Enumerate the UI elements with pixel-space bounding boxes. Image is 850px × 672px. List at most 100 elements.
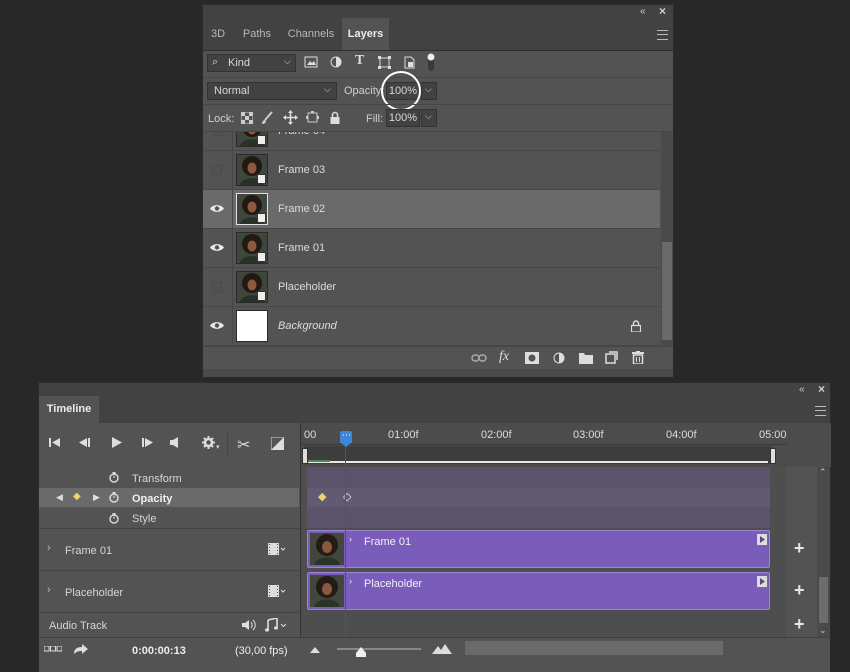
scroll-down-icon[interactable]: ⌄ <box>819 625 827 636</box>
close-icon[interactable]: × <box>659 5 666 18</box>
clip-frame-01[interactable]: › Frame 01 <box>307 530 770 568</box>
tab-timeline[interactable]: Timeline <box>39 396 99 423</box>
zoom-slider[interactable] <box>337 648 421 650</box>
track-header-placeholder[interactable]: › Placeholder <box>39 570 299 613</box>
layer-row[interactable]: Frame 02 <box>203 190 660 229</box>
frame-animation-icon[interactable] <box>44 646 62 652</box>
split-clip-icon[interactable]: ✂ <box>237 435 250 455</box>
layer-scrollbar[interactable] <box>661 132 673 346</box>
lock-all-icon[interactable] <box>330 111 340 124</box>
tab-layers[interactable]: Layers <box>342 18 389 50</box>
chevron-right-icon[interactable]: › <box>47 584 51 596</box>
visibility-toggle[interactable] <box>203 190 233 228</box>
play-icon[interactable] <box>112 437 122 448</box>
type-filter-icon[interactable]: T <box>355 53 364 69</box>
scrollbar-thumb[interactable] <box>662 242 672 340</box>
previous-frame-icon[interactable] <box>79 438 90 447</box>
link-icon[interactable] <box>471 353 487 363</box>
fill-input[interactable]: 100% <box>386 109 420 127</box>
visibility-toggle[interactable] <box>203 151 233 189</box>
collapse-icon[interactable]: « <box>640 5 646 18</box>
speaker-icon[interactable] <box>242 619 256 631</box>
eye-icon[interactable] <box>210 321 224 330</box>
scrollbar-thumb[interactable] <box>819 577 828 623</box>
pixel-filter-icon[interactable] <box>304 56 318 68</box>
next-frame-icon[interactable] <box>142 438 153 447</box>
filter-toggle-icon[interactable] <box>427 52 435 72</box>
lock-icon[interactable] <box>631 320 641 332</box>
lock-pixels-icon[interactable] <box>261 111 274 125</box>
work-area-end-handle[interactable] <box>770 448 776 464</box>
music-note-icon[interactable] <box>265 618 289 632</box>
render-video-icon[interactable] <box>74 643 88 654</box>
opacity-dropdown[interactable]: ⌵ <box>421 82 437 100</box>
lock-transparent-icon[interactable] <box>241 112 253 124</box>
folder-icon[interactable] <box>579 352 593 364</box>
add-audio-button[interactable]: + <box>794 615 805 633</box>
eye-icon[interactable] <box>210 204 224 213</box>
visibility-toggle[interactable] <box>203 229 233 267</box>
add-media-button[interactable]: + <box>794 581 805 599</box>
zoom-slider-thumb[interactable] <box>356 647 366 657</box>
previous-keyframe-icon[interactable]: ◀ <box>56 492 63 503</box>
trash-icon[interactable] <box>632 351 644 364</box>
layer-row[interactable]: Placeholder <box>203 268 660 307</box>
playhead-line[interactable] <box>345 445 346 637</box>
eye-icon[interactable] <box>210 243 224 252</box>
settings-gear-icon[interactable]: ▾ <box>202 436 220 451</box>
time-ruler[interactable]: 00 01:00f 02:00f 03:00f 04:00f 05:00 <box>300 423 831 467</box>
stopwatch-icon[interactable] <box>109 492 119 503</box>
fx-icon[interactable]: fx <box>499 349 509 365</box>
horizontal-scrollbar-thumb[interactable] <box>465 641 723 655</box>
clip-end-icon[interactable] <box>757 534 767 545</box>
lock-artboard-icon[interactable] <box>306 111 319 124</box>
current-timecode[interactable]: 0:00:00:13 <box>132 645 186 657</box>
smart-object-filter-icon[interactable] <box>404 56 415 69</box>
keyframe-diamond-icon[interactable]: ◆ <box>73 491 81 502</box>
work-area-bar[interactable] <box>302 446 776 464</box>
film-icon[interactable] <box>268 543 286 555</box>
visibility-box[interactable] <box>212 132 222 136</box>
stopwatch-icon[interactable] <box>109 472 119 483</box>
lock-position-icon[interactable] <box>283 110 298 125</box>
vertical-scrollbar[interactable]: ⌃ ⌄ <box>817 467 830 637</box>
visibility-toggle[interactable] <box>203 307 233 345</box>
new-layer-icon[interactable] <box>605 351 618 364</box>
chevron-right-icon[interactable]: › <box>47 542 51 554</box>
tab-paths[interactable]: Paths <box>233 18 281 50</box>
panel-titlebar[interactable]: « × <box>203 5 673 18</box>
clip-placeholder[interactable]: › Placeholder <box>307 572 770 610</box>
tab-3d[interactable]: 3D <box>203 18 233 50</box>
blend-mode-select[interactable]: Normal ⌵ <box>207 82 337 100</box>
track-header-frame-01[interactable]: › Frame 01 <box>39 528 299 571</box>
tab-channels[interactable]: Channels <box>281 18 341 50</box>
zoom-in-icon[interactable] <box>432 644 452 654</box>
chevron-right-icon[interactable]: › <box>349 576 352 586</box>
stopwatch-icon[interactable] <box>109 513 119 524</box>
layer-row[interactable]: Frame 04 <box>203 132 660 151</box>
mute-audio-icon[interactable] <box>170 437 180 448</box>
chevron-right-icon[interactable]: › <box>349 534 352 544</box>
go-to-first-frame-icon[interactable] <box>49 438 60 447</box>
shape-filter-icon[interactable] <box>378 56 391 69</box>
audio-track-header[interactable]: Audio Track <box>39 612 299 638</box>
mask-icon[interactable] <box>525 352 539 364</box>
playhead-handle[interactable] <box>340 431 352 447</box>
layer-row[interactable]: Frame 01 <box>203 229 660 268</box>
adjustment-filter-icon[interactable] <box>330 56 342 68</box>
clip-end-icon[interactable] <box>757 576 767 587</box>
transition-icon[interactable] <box>271 437 284 450</box>
panel-titlebar[interactable]: « × <box>39 383 830 396</box>
visibility-toggle[interactable] <box>203 132 233 150</box>
layer-row[interactable]: Background <box>203 307 660 346</box>
add-media-button[interactable]: + <box>794 539 805 557</box>
film-icon[interactable] <box>268 585 286 597</box>
visibility-box[interactable] <box>212 282 222 292</box>
close-icon[interactable]: × <box>818 383 825 396</box>
next-keyframe-icon[interactable]: ▶ <box>93 492 100 503</box>
adjustment-icon[interactable] <box>553 352 565 364</box>
scroll-up-icon[interactable]: ⌃ <box>819 467 827 478</box>
layer-row[interactable]: Frame 03 <box>203 151 660 190</box>
filter-kind-select[interactable]: ⌕ Kind ⌵ <box>207 54 296 72</box>
visibility-toggle[interactable] <box>203 268 233 306</box>
